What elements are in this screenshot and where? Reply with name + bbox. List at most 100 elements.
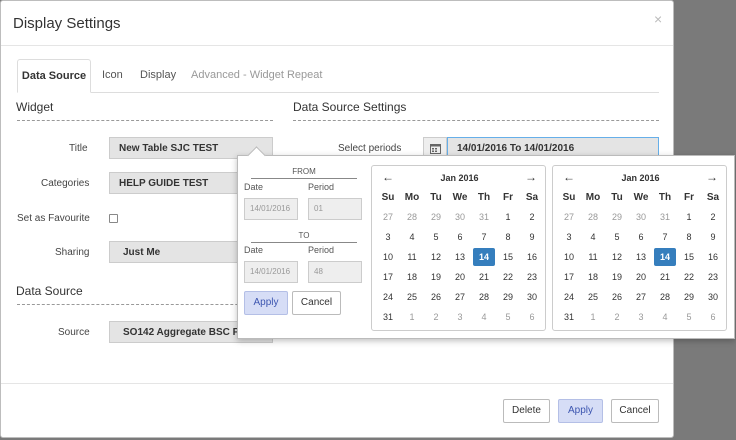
calendar-day[interactable]: 13 [630,248,652,266]
calendar-day[interactable]: 4 [582,228,604,246]
calendar-day[interactable]: 27 [377,208,399,226]
calendar-day[interactable]: 2 [425,308,447,326]
next-month-arrow-icon[interactable]: → [706,170,718,184]
apply-button[interactable]: Apply [558,399,603,423]
calendar-day[interactable]: 4 [473,308,495,326]
calendar-day[interactable]: 5 [425,228,447,246]
calendar-day[interactable]: 12 [606,248,628,266]
calendar-day[interactable]: 30 [702,288,724,306]
calendar-day[interactable]: 6 [449,228,471,246]
close-icon[interactable]: × [654,11,662,27]
calendar-day[interactable]: 22 [678,268,700,286]
calendar-day[interactable]: 29 [425,208,447,226]
calendar-day[interactable]: 12 [425,248,447,266]
calendar-day[interactable]: 26 [425,288,447,306]
calendar-day[interactable]: 28 [473,288,495,306]
calendar-day[interactable]: 10 [558,248,580,266]
calendar-day[interactable]: 18 [401,268,423,286]
calendar-day[interactable]: 5 [678,308,700,326]
calendar-day[interactable]: 7 [654,228,676,246]
calendar-day[interactable]: 17 [377,268,399,286]
calendar-day[interactable]: 10 [377,248,399,266]
calendar-day[interactable]: 14 [654,248,676,266]
calendar-day[interactable]: 29 [606,208,628,226]
calendar-day[interactable]: 2 [702,208,724,226]
from-date-input[interactable]: 14/01/2016 [244,198,298,220]
calendar-day[interactable]: 6 [521,308,543,326]
calendar-day[interactable]: 27 [630,288,652,306]
cancel-button[interactable]: Cancel [611,399,659,423]
calendar-day[interactable]: 19 [606,268,628,286]
calendar-day[interactable]: 15 [497,248,519,266]
calendar-day[interactable]: 22 [497,268,519,286]
calendar-day[interactable]: 31 [654,208,676,226]
calendar-day[interactable]: 3 [449,308,471,326]
calendar-day[interactable]: 19 [425,268,447,286]
calendar-day[interactable]: 3 [630,308,652,326]
calendar-day[interactable]: 15 [678,248,700,266]
calendar-day[interactable]: 9 [521,228,543,246]
calendar-day[interactable]: 28 [582,208,604,226]
calendar-day[interactable]: 17 [558,268,580,286]
calendar-day[interactable]: 16 [702,248,724,266]
delete-button[interactable]: Delete [503,399,550,423]
favourite-checkbox[interactable] [109,214,118,223]
calendar-day[interactable]: 2 [606,308,628,326]
from-period-input[interactable]: 01 [308,198,362,220]
calendar-day[interactable]: 31 [558,308,580,326]
calendar-day[interactable]: 25 [401,288,423,306]
calendar-day[interactable]: 6 [630,228,652,246]
calendar-day[interactable]: 3 [377,228,399,246]
calendar-day[interactable]: 2 [521,208,543,226]
calendar-day[interactable]: 20 [449,268,471,286]
tab-display[interactable]: Display [140,59,176,91]
calendar-day[interactable]: 18 [582,268,604,286]
calendar-day[interactable]: 31 [377,308,399,326]
calendar-day[interactable]: 13 [449,248,471,266]
calendar-day[interactable]: 14 [473,248,495,266]
calendar-day[interactable]: 30 [449,208,471,226]
calendar-day[interactable]: 21 [654,268,676,286]
calendar-day[interactable]: 3 [558,228,580,246]
calendar-day[interactable]: 7 [473,228,495,246]
calendar-day[interactable]: 21 [473,268,495,286]
calendar-day[interactable]: 28 [401,208,423,226]
calendar-day[interactable]: 11 [582,248,604,266]
calendar-day[interactable]: 5 [497,308,519,326]
calendar-day[interactable]: 23 [702,268,724,286]
calendar-day[interactable]: 27 [558,208,580,226]
calendar-day[interactable]: 31 [473,208,495,226]
calendar-day[interactable]: 24 [558,288,580,306]
calendar-day[interactable]: 9 [702,228,724,246]
calendar-day[interactable]: 20 [630,268,652,286]
calendar-day[interactable]: 24 [377,288,399,306]
tab-icon[interactable]: Icon [102,59,123,91]
to-date-input[interactable]: 14/01/2016 [244,261,298,283]
calendar-day[interactable]: 4 [654,308,676,326]
tab-data-source[interactable]: Data Source [17,59,91,93]
calendar-day[interactable]: 23 [521,268,543,286]
calendar-day[interactable]: 1 [678,208,700,226]
calendar-day[interactable]: 8 [678,228,700,246]
calendar-day[interactable]: 11 [401,248,423,266]
calendar-day[interactable]: 28 [654,288,676,306]
to-period-input[interactable]: 48 [308,261,362,283]
next-month-arrow-icon[interactable]: → [525,170,537,184]
calendar-day[interactable]: 1 [497,208,519,226]
picker-apply-button[interactable]: Apply [244,291,288,315]
calendar-day[interactable]: 5 [606,228,628,246]
calendar-day[interactable]: 29 [678,288,700,306]
calendar-day[interactable]: 29 [497,288,519,306]
calendar-day[interactable]: 1 [582,308,604,326]
calendar-day[interactable]: 25 [582,288,604,306]
calendar-day[interactable]: 26 [606,288,628,306]
calendar-day[interactable]: 30 [630,208,652,226]
picker-cancel-button[interactable]: Cancel [292,291,341,315]
calendar-day[interactable]: 16 [521,248,543,266]
tab-advanced-widget-repeat[interactable]: Advanced - Widget Repeat [191,59,322,91]
calendar-day[interactable]: 30 [521,288,543,306]
calendar-day[interactable]: 6 [702,308,724,326]
calendar-day[interactable]: 4 [401,228,423,246]
calendar-day[interactable]: 8 [497,228,519,246]
calendar-day[interactable]: 27 [449,288,471,306]
